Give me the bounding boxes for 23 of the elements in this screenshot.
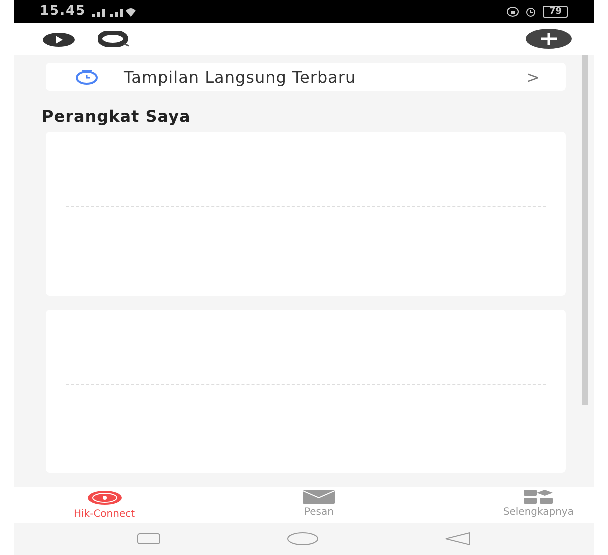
play-icon[interactable] (42, 31, 76, 47)
home-icon[interactable] (287, 532, 319, 546)
status-time: 15.45 (40, 4, 86, 19)
envelope-icon (303, 490, 336, 504)
target-icon (86, 490, 123, 506)
add-icon[interactable] (526, 29, 572, 49)
scrollbar-thumb[interactable] (582, 55, 588, 405)
nav-tab[interactable]: Hik-Connect (74, 487, 136, 523)
alarm-icon (525, 6, 538, 16)
lock-icon (507, 6, 520, 16)
back-icon[interactable] (445, 532, 471, 546)
section-title: Perangkat Saya (42, 107, 192, 126)
recent-live-view-item[interactable]: Tampilan Langsung Terbaru > (46, 63, 566, 92)
nav-tab[interactable]: Pesan (303, 487, 336, 523)
recent-apps-icon[interactable] (137, 533, 161, 545)
recent-live-view-label: Tampilan Langsung Terbaru (124, 68, 358, 87)
signal-icon (92, 6, 136, 16)
stopwatch-icon (76, 69, 98, 86)
search-icon[interactable] (98, 31, 130, 47)
nav-tab[interactable]: Selengkapnya (503, 487, 574, 523)
chevron-icon: > (526, 68, 540, 87)
battery-level: 79 (543, 6, 568, 18)
grid-icon (524, 490, 554, 504)
